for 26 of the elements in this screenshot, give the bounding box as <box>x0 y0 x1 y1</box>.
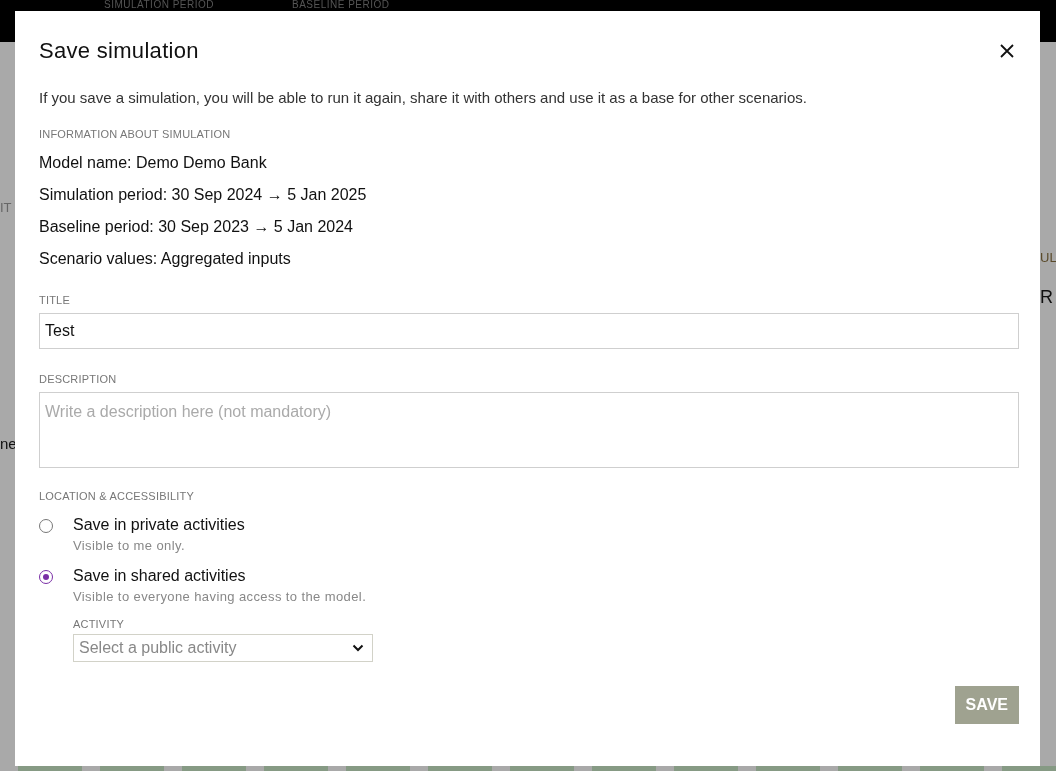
dialog-title: Save simulation <box>39 38 199 64</box>
section-heading: LOCATION & ACCESSIBILITY <box>39 490 195 502</box>
intro-text: If you save a simulation, you will be able to run it again, share it with others and use it as a base for other scenarios. <box>39 89 808 106</box>
option-label[interactable]: Save in private activities <box>73 516 1019 534</box>
info-line: Baseline period: 30 Sep 2023 → 5 Jan 2024 <box>39 218 354 236</box>
background-text: UL <box>1040 250 1056 265</box>
info-line: Scenario values: Aggregated inputs <box>39 250 292 268</box>
title-input[interactable]: Test <box>39 313 1019 349</box>
section-heading: INFORMATION ABOUT SIMULATION <box>39 128 232 140</box>
activity-dropdown[interactable]: Select a public activity <box>73 634 373 662</box>
background-text: R <box>1040 287 1054 308</box>
option-label[interactable]: Save in shared activities <box>73 567 1019 585</box>
background-text: IT <box>0 200 13 215</box>
column-header: SIMULATION PERIOD <box>104 0 214 12</box>
field-label: DESCRIPTION <box>39 373 118 385</box>
option-hint: Visible to everyone having access to the model. <box>73 589 368 604</box>
description-input[interactable]: Write a description here (not mandatory) <box>39 392 1019 468</box>
close-icon[interactable] <box>999 43 1015 59</box>
background-text: ne <box>0 435 16 452</box>
field-label: ACTIVITY <box>73 618 126 630</box>
chevron-down-icon <box>352 644 364 652</box>
option-hint: Visible to me only. <box>73 538 186 553</box>
column-header: BASELINE PERIOD <box>292 0 390 12</box>
info-line: Simulation period: 30 Sep 2024 → 5 Jan 2025 <box>39 186 368 204</box>
info-line: Model name: Demo Demo Bank <box>39 154 268 172</box>
field-label: TITLE <box>39 294 71 306</box>
